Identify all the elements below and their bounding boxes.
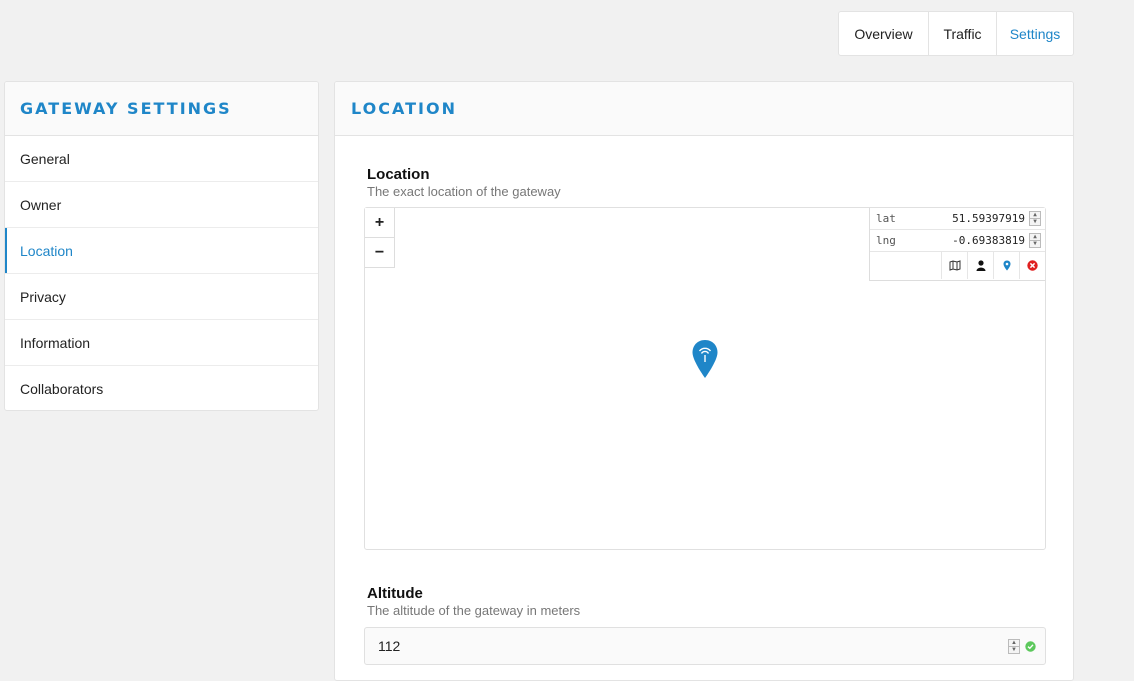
map-icon[interactable] (941, 252, 967, 279)
lat-stepper[interactable]: ▲ ▼ (1029, 211, 1041, 226)
location-map[interactable]: + − lat 51.59397919 ▲ ▼ lng -0.69383819 ▲… (364, 207, 1046, 550)
sidebar-item-general[interactable]: General (5, 136, 318, 182)
altitude-field-description: The altitude of the gateway in meters (367, 603, 581, 618)
settings-sidebar: GATEWAY SETTINGS General Owner Location … (4, 81, 319, 411)
person-icon[interactable] (967, 252, 993, 279)
zoom-out-button[interactable]: − (365, 238, 394, 267)
pin-icon[interactable] (993, 252, 1019, 279)
lng-stepper[interactable]: ▲ ▼ (1029, 233, 1041, 248)
lng-row: lng -0.69383819 ▲ ▼ (870, 230, 1045, 252)
sidebar-item-location[interactable]: Location (5, 228, 318, 274)
sidebar-item-information[interactable]: Information (5, 320, 318, 366)
sidebar-header: GATEWAY SETTINGS (5, 82, 318, 136)
sidebar-title: GATEWAY SETTINGS (20, 99, 232, 118)
clear-icon[interactable] (1019, 252, 1045, 279)
altitude-stepper[interactable]: ▲ ▼ (1008, 638, 1020, 654)
location-panel-header: LOCATION (335, 82, 1073, 136)
top-tab-bar: Overview Traffic Settings (838, 11, 1074, 56)
lng-label: lng (876, 234, 896, 247)
coordinates-toolbar (870, 252, 1045, 279)
sidebar-item-privacy[interactable]: Privacy (5, 274, 318, 320)
altitude-input[interactable]: 112 ▲ ▼ (364, 627, 1046, 665)
lat-row: lat 51.59397919 ▲ ▼ (870, 208, 1045, 230)
location-panel: LOCATION Location The exact location of … (334, 81, 1074, 681)
tab-traffic[interactable]: Traffic (929, 12, 997, 55)
sidebar-item-collaborators[interactable]: Collaborators (5, 366, 318, 410)
page-title: LOCATION (351, 99, 457, 118)
sidebar-item-owner[interactable]: Owner (5, 182, 318, 228)
location-field-description: The exact location of the gateway (367, 184, 561, 199)
location-field-label: Location (367, 166, 430, 183)
valid-check-icon (1025, 640, 1036, 652)
zoom-in-button[interactable]: + (365, 208, 394, 238)
tab-settings[interactable]: Settings (997, 12, 1073, 55)
altitude-value[interactable]: 112 (365, 638, 1008, 654)
altitude-field-label: Altitude (367, 585, 423, 602)
lat-label: lat (876, 212, 896, 225)
tab-overview[interactable]: Overview (839, 12, 929, 55)
zoom-control: + − (365, 208, 395, 268)
gateway-marker-icon[interactable] (691, 339, 719, 379)
coordinates-control: lat 51.59397919 ▲ ▼ lng -0.69383819 ▲ ▼ (869, 208, 1045, 281)
